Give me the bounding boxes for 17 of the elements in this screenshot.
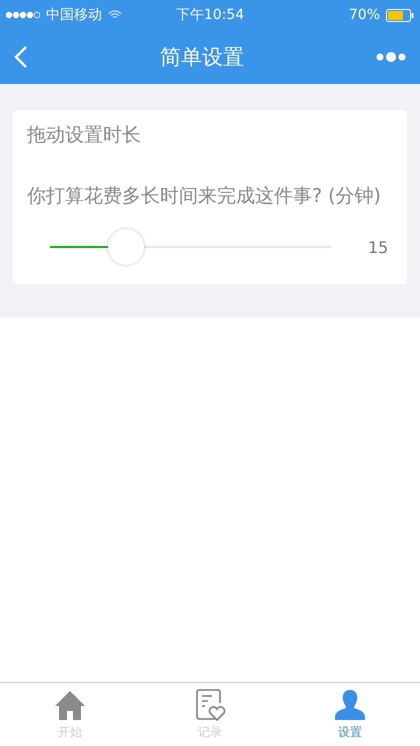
slider-thumb[interactable]: [108, 229, 144, 265]
home-icon: [53, 688, 87, 722]
battery-percent: 70%: [348, 7, 380, 23]
battery-icon: [386, 8, 414, 22]
back-icon[interactable]: [14, 45, 28, 69]
tab-item[interactable]: 设置: [280, 683, 420, 746]
slider-value: 15: [368, 238, 388, 256]
card-title: 拖动设置时长: [27, 123, 142, 148]
wifi-icon: [108, 10, 122, 20]
more-icon[interactable]: [376, 51, 406, 63]
document-heart-icon: [193, 688, 227, 722]
status-time: 下午10:54: [176, 6, 244, 24]
signal-icon: [6, 11, 40, 19]
carrier-name: 中国移动: [46, 6, 102, 24]
person-icon: [333, 688, 367, 722]
page-title: 简单设置: [160, 44, 244, 71]
question-text: 你打算花费多长时间来完成这件事? (分钟): [27, 184, 382, 209]
